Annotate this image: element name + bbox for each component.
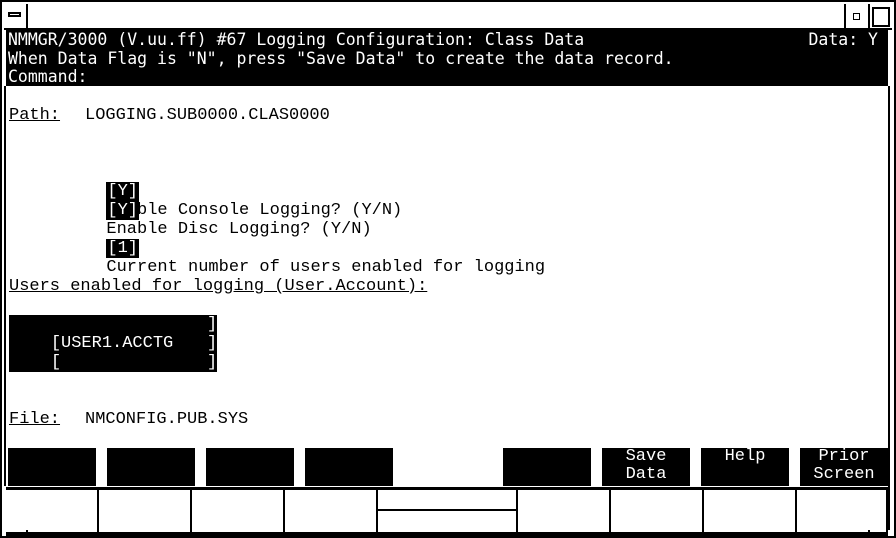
users-list: [USER1.ACCTG] [] []	[9, 315, 217, 391]
function-key-f2[interactable]	[107, 448, 195, 486]
path-value: LOGGING.SUB0000.CLAS0000	[85, 106, 330, 125]
maximize-icon	[872, 7, 890, 27]
path-label: Path:	[9, 106, 61, 125]
user-count-label: Current number of users enabled for logg…	[106, 258, 546, 277]
minimize-icon	[853, 13, 860, 20]
window-border-left	[4, 86, 6, 486]
key-label-slot	[285, 490, 378, 532]
disc-logging-field[interactable]: [Y]	[106, 201, 140, 220]
title-bar[interactable]	[4, 4, 892, 30]
file-value: NMCONFIG.PUB.SYS	[85, 410, 249, 429]
user-count-row: [1] Current number of users enabled for …	[86, 220, 545, 277]
function-key-label-grid	[6, 487, 888, 536]
users-section-label: Users enabled for logging (User.Account)…	[9, 277, 428, 296]
system-menu-icon	[8, 12, 21, 17]
data-flag: Data: Y	[808, 30, 878, 49]
function-key-f1[interactable]	[8, 448, 96, 486]
key-label-slot	[6, 490, 99, 532]
key-label-slot	[704, 490, 797, 532]
key-label-slot	[518, 490, 611, 532]
screen-header: NMMGR/3000 (V.uu.ff) #67 Logging Configu…	[6, 30, 888, 86]
file-label: File:	[9, 410, 61, 429]
resize-handle-left[interactable]	[26, 530, 28, 538]
instruction-text: When Data Flag is "N", press "Save Data"…	[8, 49, 674, 68]
save-data-button[interactable]: Save Data	[602, 448, 690, 486]
user-count-field: [1]	[106, 239, 140, 258]
key-label-slot	[797, 490, 888, 532]
function-key-f3[interactable]	[206, 448, 294, 486]
function-key-f5[interactable]	[503, 448, 591, 486]
help-button[interactable]: Help	[701, 448, 789, 486]
function-key-f4[interactable]	[305, 448, 393, 486]
key-label-slot	[99, 490, 192, 532]
command-input[interactable]	[98, 68, 880, 84]
key-label-slot-split	[378, 490, 518, 532]
window-border-right	[888, 86, 890, 530]
prior-screen-button[interactable]: Prior Screen	[800, 448, 888, 486]
screen-title: NMMGR/3000 (V.uu.ff) #67 Logging Configu…	[8, 30, 585, 49]
user-entry-value: USER1.ACCTG	[61, 334, 174, 353]
key-label-slot	[611, 490, 704, 532]
key-label-slot	[192, 490, 285, 532]
user-entry-field[interactable]: []	[10, 353, 217, 410]
resize-handle-right[interactable]	[868, 530, 870, 538]
command-label: Command:	[8, 67, 88, 86]
